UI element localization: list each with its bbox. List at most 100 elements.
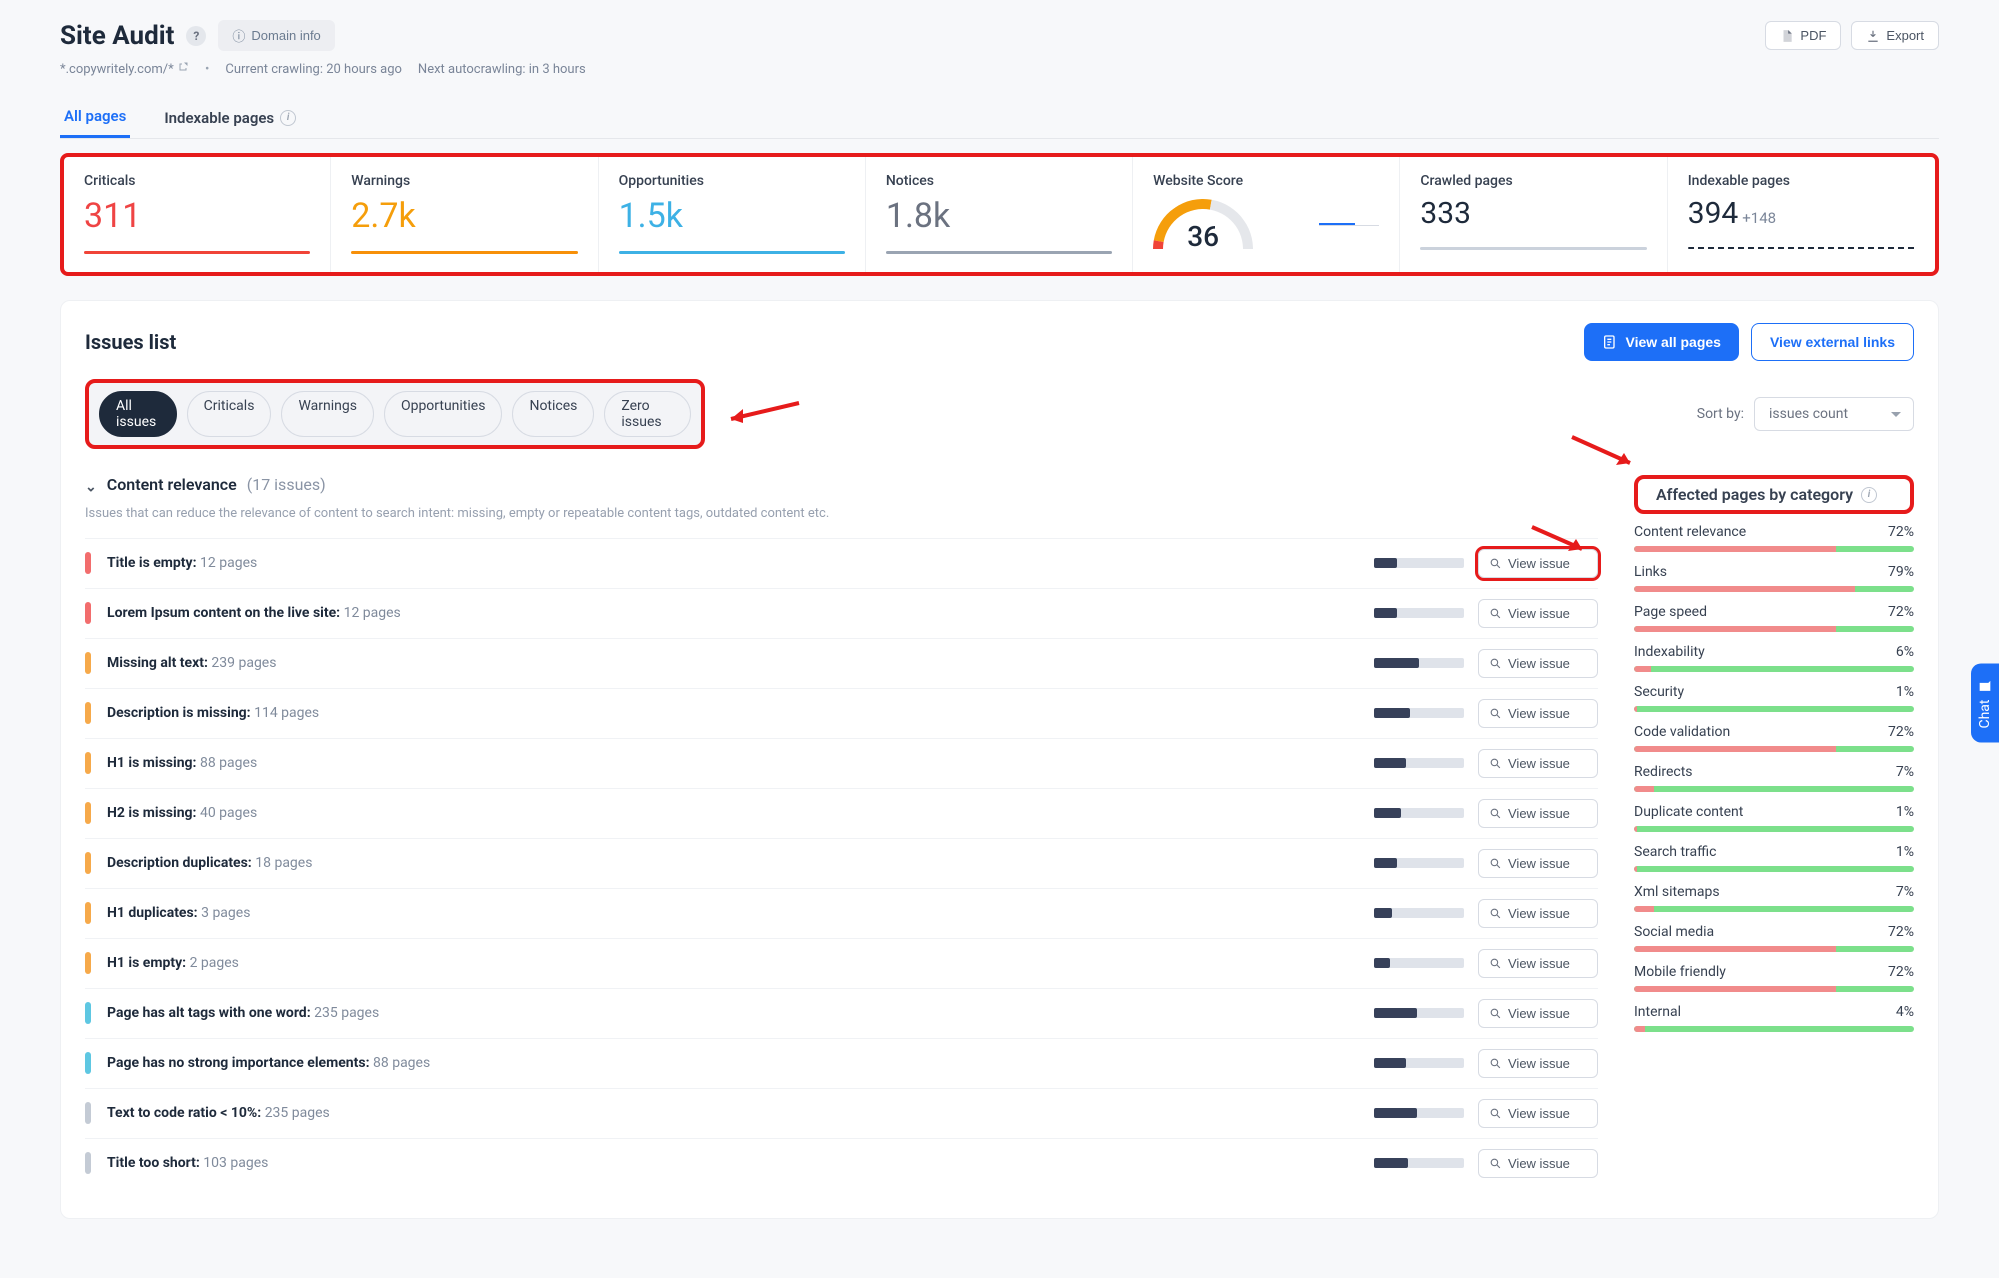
stat-opportunities[interactable]: Opportunities 1.5k [599,157,866,272]
stat-indexable-pages[interactable]: Indexable pages 394+148 [1668,157,1935,272]
category-row[interactable]: Social media72% [1634,924,1914,952]
chip-opportunities[interactable]: Opportunities [384,391,503,437]
issue-text[interactable]: H1 is missing: 88 pages [107,755,1360,771]
category-percent: 1% [1896,804,1914,820]
issue-text[interactable]: Title too short: 103 pages [107,1155,1360,1171]
issues-panel: Issues list View all pages View external… [60,300,1939,1219]
category-percent: 72% [1888,524,1914,540]
issue-text[interactable]: H2 is missing: 40 pages [107,805,1360,821]
category-row[interactable]: Code validation72% [1634,724,1914,752]
category-bar [1634,946,1914,952]
category-name: Mobile friendly [1634,964,1726,980]
view-issue-button[interactable]: View issue [1478,799,1598,828]
chip-all-issues[interactable]: All issues [99,391,177,437]
download-icon [1866,29,1880,43]
category-row[interactable]: Xml sitemaps7% [1634,884,1914,912]
category-row[interactable]: Page speed72% [1634,604,1914,632]
stat-crawled-pages[interactable]: Crawled pages 333 [1400,157,1667,272]
header-actions: PDF Export [1765,21,1939,50]
issue-text[interactable]: H1 duplicates: 3 pages [107,905,1360,921]
domain-info-label: Domain info [251,28,320,43]
category-name: Internal [1634,1004,1681,1020]
search-icon [1489,957,1502,970]
view-issue-button[interactable]: View issue [1478,649,1598,678]
issue-text[interactable]: Missing alt text: 239 pages [107,655,1360,671]
info-icon[interactable]: i [1861,487,1877,503]
stat-warnings[interactable]: Warnings 2.7k [331,157,598,272]
view-issue-button[interactable]: View issue [1478,699,1598,728]
issue-row: H1 is missing: 88 pages View issue [85,738,1598,788]
view-issue-button[interactable]: View issue [1478,849,1598,878]
info-icon[interactable]: i [280,110,296,126]
domain-pattern[interactable]: *.copywritely.com/* [60,61,189,77]
issue-group-header[interactable]: ⌃ Content relevance (17 issues) [85,475,1598,494]
issue-text[interactable]: H1 is empty: 2 pages [107,955,1360,971]
current-crawling-text: Current crawling: 20 hours ago [225,62,402,77]
view-all-pages-button[interactable]: View all pages [1584,323,1739,361]
view-issue-button[interactable]: View issue [1478,749,1598,778]
side-categories-header: Affected pages by category i [1634,475,1914,514]
domain-info-button[interactable]: ⓘ Domain info [218,20,334,51]
view-external-links-button[interactable]: View external links [1751,323,1914,361]
search-icon [1489,607,1502,620]
category-row[interactable]: Search traffic1% [1634,844,1914,872]
category-row[interactable]: Redirects7% [1634,764,1914,792]
issue-text[interactable]: Description duplicates: 18 pages [107,855,1360,871]
pages-icon [1602,334,1618,350]
category-row[interactable]: Duplicate content1% [1634,804,1914,832]
issue-text[interactable]: Page has no strong importance elements: … [107,1055,1360,1071]
view-issue-button[interactable]: View issue [1478,1049,1598,1078]
view-issue-button[interactable]: View issue [1478,1149,1598,1178]
chip-zero-issues[interactable]: Zero issues [604,391,691,437]
info-icon: ⓘ [232,26,245,45]
category-row[interactable]: Internal4% [1634,1004,1914,1032]
category-bar [1634,546,1914,552]
category-row[interactable]: Content relevance72% [1634,524,1914,552]
tab-indexable-pages[interactable]: Indexable pages i [160,97,300,138]
view-issue-button[interactable]: View issue [1478,899,1598,928]
category-name: Code validation [1634,724,1730,740]
category-row[interactable]: Mobile friendly72% [1634,964,1914,992]
chip-criticals[interactable]: Criticals [187,391,272,437]
chevron-up-icon: ⌃ [85,477,97,493]
category-row[interactable]: Indexability6% [1634,644,1914,672]
stat-website-score[interactable]: Website Score 36 [1133,157,1400,272]
issue-bar [1374,708,1464,718]
issue-row: Description is missing: 114 pages View is… [85,688,1598,738]
stat-notices[interactable]: Notices 1.8k [866,157,1133,272]
category-row[interactable]: Links79% [1634,564,1914,592]
severity-indicator [85,1152,91,1174]
chat-tab[interactable]: Chat [1971,663,1999,742]
severity-indicator [85,1102,91,1124]
export-button[interactable]: Export [1851,21,1939,50]
sort-select[interactable]: issues count [1754,397,1914,431]
view-issue-button[interactable]: View issue [1478,949,1598,978]
tab-all-pages[interactable]: All pages [60,97,130,138]
sparkline [84,251,310,254]
chip-notices[interactable]: Notices [512,391,594,437]
issue-text[interactable]: Lorem Ipsum content on the live site: 12… [107,605,1360,621]
category-name: Xml sitemaps [1634,884,1720,900]
issue-text[interactable]: Title is empty: 12 pages [107,555,1360,571]
issue-bar [1374,958,1464,968]
stat-criticals[interactable]: Criticals 311 [64,157,331,272]
chip-warnings[interactable]: Warnings [281,391,374,437]
help-icon[interactable]: ? [186,26,206,46]
category-percent: 79% [1888,564,1914,580]
issues-list: Title is empty: 12 pages View issue Lorem … [85,538,1598,1188]
issue-row: H1 duplicates: 3 pages View issue [85,888,1598,938]
category-row[interactable]: Security1% [1634,684,1914,712]
view-issue-button[interactable]: View issue [1478,599,1598,628]
category-name: Indexability [1634,644,1705,660]
search-icon [1489,807,1502,820]
severity-indicator [85,1052,91,1074]
category-percent: 72% [1888,604,1914,620]
issue-text[interactable]: Description is missing: 114 pages [107,705,1360,721]
issue-text[interactable]: Page has alt tags with one word: 235 pag… [107,1005,1360,1021]
issue-text[interactable]: Text to code ratio < 10%: 235 pages [107,1105,1360,1121]
view-issue-button[interactable]: View issue [1478,1099,1598,1128]
view-issue-button[interactable]: View issue [1478,999,1598,1028]
pdf-button[interactable]: PDF [1765,21,1841,50]
issue-bar [1374,658,1464,668]
category-bar [1634,1026,1914,1032]
